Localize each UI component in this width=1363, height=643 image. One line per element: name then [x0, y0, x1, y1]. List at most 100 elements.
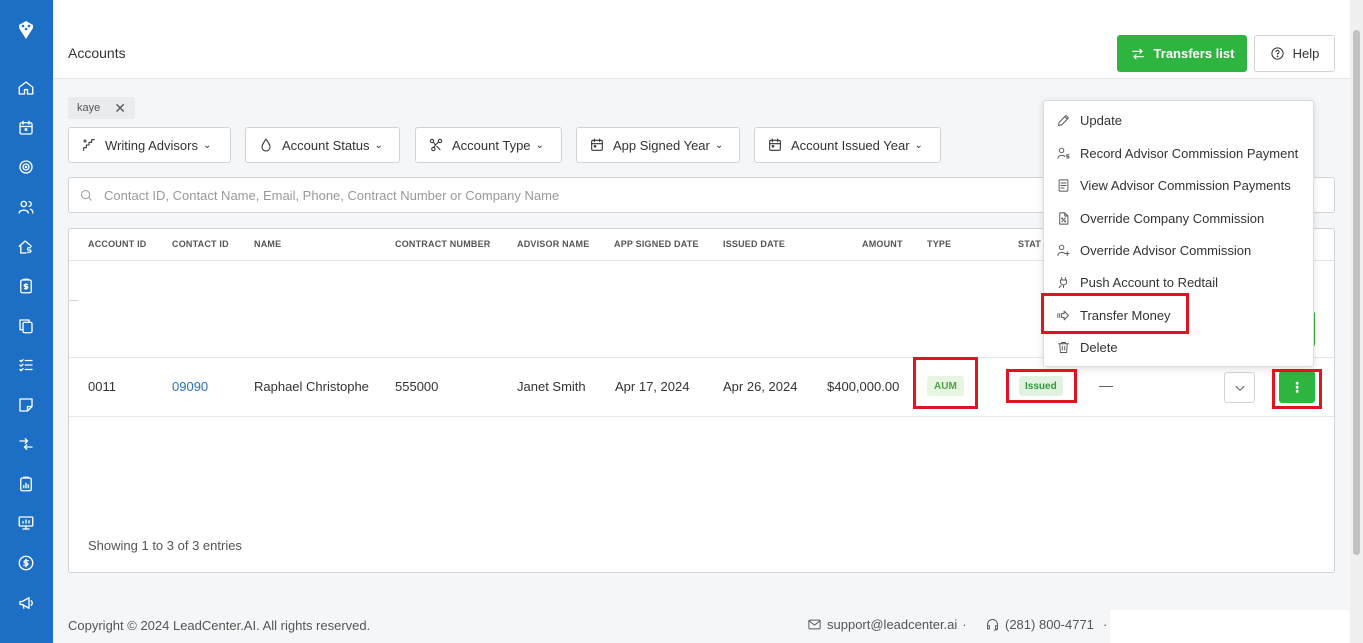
document-list-icon — [1058, 178, 1069, 192]
column-header-contract-number[interactable]: CONTRACT NUMBER — [395, 239, 491, 249]
dollar-circle-icon[interactable] — [15, 552, 37, 574]
calendar-icon — [591, 138, 603, 151]
support-phone-text: (281) 800-4771 — [1005, 617, 1094, 632]
filter-account-issued-year[interactable]: Account Issued Year ⌄ — [754, 127, 941, 163]
page-header: Accounts Transfers list Help — [53, 0, 1350, 79]
nodes-icon — [429, 138, 443, 152]
filter-chip-label: kaye — [77, 102, 101, 114]
advisors-icon — [83, 139, 95, 151]
checklist-icon[interactable] — [15, 354, 37, 376]
column-header-issued-date[interactable]: ISSUED DATE — [723, 239, 785, 249]
transfers-list-button[interactable]: Transfers list — [1117, 35, 1247, 72]
brand-logo-icon[interactable] — [14, 18, 38, 42]
highlight-box-status — [1006, 369, 1077, 403]
highlight-box-row-actions — [1272, 369, 1322, 409]
help-label: Help — [1292, 46, 1320, 61]
chevron-down-icon: ⌄ — [714, 139, 724, 151]
chevron-down-icon: ⌄ — [914, 139, 923, 151]
filter-account-status[interactable]: Account Status ⌄ — [245, 127, 400, 163]
close-icon[interactable]: ✕ — [114, 100, 126, 117]
cell-amount: $400,000.00 — [827, 379, 900, 394]
menu-item-view-advisor-commission-payments[interactable]: View Advisor Commission Payments — [1044, 170, 1313, 200]
filter-app-signed-year[interactable]: App Signed Year ⌄ — [576, 127, 740, 163]
cell-issued-date: Apr 26, 2024 — [723, 379, 798, 394]
column-header-type[interactable]: TYPE — [927, 239, 951, 249]
filter-label: Writing Advisors — [105, 137, 198, 153]
calendar-icon — [769, 138, 781, 151]
scrollbar-thumb[interactable] — [1353, 30, 1360, 555]
redacted-area — [1110, 610, 1350, 643]
filter-label: Account Type — [452, 137, 531, 153]
expand-row-button[interactable] — [1224, 372, 1255, 403]
filter-label: Account Status — [282, 137, 370, 153]
target-icon[interactable] — [15, 156, 37, 178]
cell-app-signed-date: Apr 17, 2024 — [615, 379, 690, 394]
column-header-name[interactable]: NAME — [254, 239, 281, 249]
chevron-down-icon — [1235, 385, 1244, 391]
menu-item-label: Override Advisor Commission — [1080, 242, 1252, 258]
footer-separator: · — [962, 617, 967, 632]
filter-label: App Signed Year — [613, 137, 710, 153]
page-title: Accounts — [68, 45, 126, 61]
cell-contract-number: 555000 — [395, 379, 439, 394]
filter-account-type[interactable]: Account Type ⌄ — [415, 127, 562, 163]
cell-name: Raphael Christophe — [254, 379, 369, 394]
menu-item-label: Push Account to Redtail — [1080, 274, 1219, 290]
support-email[interactable]: support@leadcenter.ai · — [807, 617, 967, 632]
copyright-text: Copyright © 2024 LeadCenter.AI. All righ… — [68, 618, 371, 633]
home-icon[interactable] — [15, 77, 37, 99]
support-email-text: support@leadcenter.ai — [827, 617, 958, 632]
column-header-status[interactable]: STAT — [1018, 239, 1041, 249]
filter-writing-advisors[interactable]: Writing Advisors ⌄ — [68, 127, 231, 163]
column-header-advisor-name[interactable]: ADVISOR NAME — [517, 239, 589, 249]
column-header-contact-id[interactable]: CONTACT ID — [172, 239, 229, 249]
menu-item-record-advisor-commission-payment[interactable]: Record Advisor Commission Payment — [1044, 138, 1313, 168]
pagination-info: Showing 1 to 3 of 3 entries — [88, 538, 242, 553]
house-dollar-icon[interactable] — [15, 236, 37, 258]
column-header-account-id[interactable]: ACCOUNT ID — [88, 239, 147, 249]
footer-separator: · — [1103, 617, 1108, 632]
divider — [69, 300, 78, 301]
chevron-down-icon: ⌄ — [202, 139, 212, 151]
cell-empty-value: — — [1099, 377, 1113, 393]
contact-id-link[interactable]: 09090 — [172, 379, 208, 394]
filter-label: Account Issued Year — [791, 137, 910, 153]
highlight-box-transfer-money — [1041, 293, 1189, 334]
question-circle-icon — [1271, 47, 1284, 60]
transfers-list-label: Transfers list — [1153, 46, 1235, 61]
search-input[interactable] — [104, 187, 1004, 203]
mail-icon — [808, 619, 821, 630]
user-plus-icon — [1057, 244, 1070, 256]
support-phone[interactable]: (281) 800-4771 — [985, 617, 1094, 632]
help-button[interactable]: Help — [1254, 35, 1335, 72]
chevron-down-icon: ⌄ — [535, 139, 544, 151]
sticky-note-icon[interactable] — [15, 394, 37, 416]
search-icon — [81, 189, 92, 201]
transfer-arrows-icon — [1131, 48, 1144, 59]
column-header-amount[interactable]: AMOUNT — [862, 239, 903, 249]
menu-item-label: Delete — [1080, 339, 1118, 355]
calendar-nav-icon[interactable] — [15, 117, 37, 139]
plug-icon — [1058, 276, 1068, 288]
pencil-icon — [1058, 114, 1069, 126]
transfer-icon[interactable] — [15, 433, 37, 455]
clipboard-chart-icon[interactable] — [15, 473, 37, 495]
sidebar — [0, 0, 53, 643]
megaphone-icon[interactable] — [15, 592, 37, 614]
column-header-app-signed-date[interactable]: APP SIGNED DATE — [614, 239, 699, 249]
page-scrollbar[interactable] — [1350, 0, 1363, 643]
menu-item-override-company-commission[interactable]: Override Company Commission — [1044, 203, 1313, 233]
drop-icon — [261, 138, 271, 152]
menu-item-label: Override Company Commission — [1080, 210, 1265, 226]
chevron-down-icon: ⌄ — [374, 139, 383, 151]
menu-item-delete[interactable]: Delete — [1044, 332, 1313, 362]
menu-item-override-advisor-commission[interactable]: Override Advisor Commission — [1044, 235, 1313, 265]
clipboard-dollar-icon[interactable] — [15, 275, 37, 297]
divider — [69, 416, 1334, 417]
users-icon[interactable] — [15, 196, 37, 218]
headset-icon — [987, 619, 998, 631]
user-dollar-icon — [1057, 147, 1070, 159]
copy-icon[interactable] — [15, 315, 37, 337]
presentation-icon[interactable] — [15, 512, 37, 534]
menu-item-update[interactable]: Update — [1044, 105, 1313, 135]
